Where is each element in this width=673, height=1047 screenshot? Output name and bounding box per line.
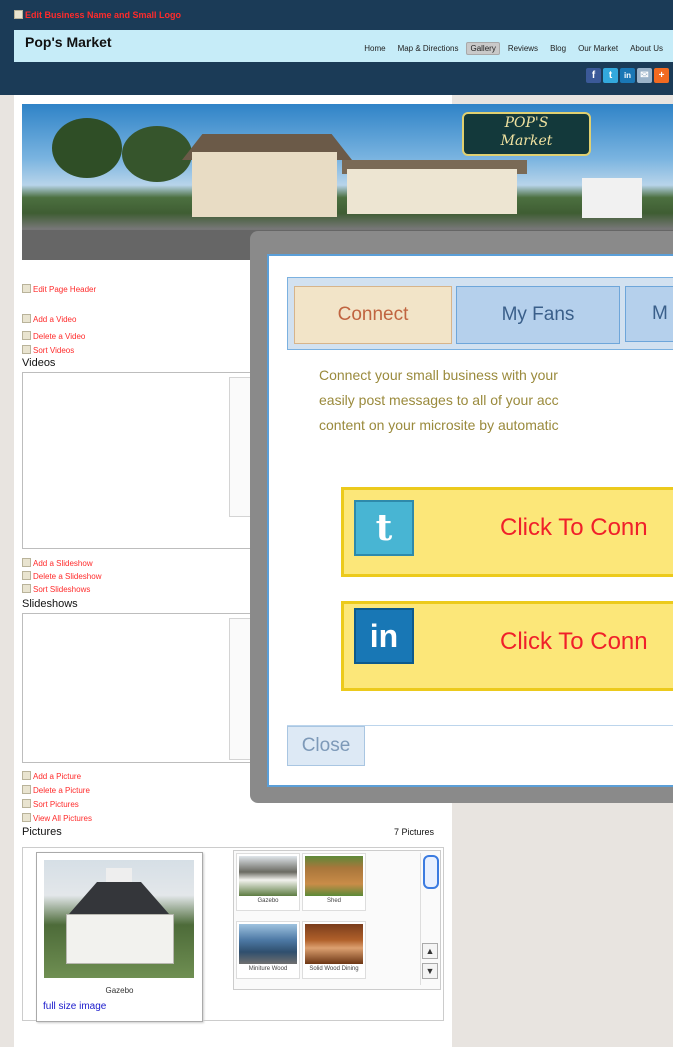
modal-footer: Close [287, 725, 673, 766]
pencil-icon [14, 10, 23, 19]
view-all-pictures-link[interactable]: View All Pictures [22, 813, 92, 823]
picture-gallery: Gazebo full size image Gazebo Shed Minit… [22, 847, 444, 1022]
nav-our-market[interactable]: Our Market [574, 42, 622, 55]
pictures-count: 7 Pictures [394, 827, 435, 837]
edit-business-name-link[interactable]: Edit Business Name and Small Logo [14, 10, 181, 20]
nav-reviews[interactable]: Reviews [504, 42, 542, 55]
pencil-icon [22, 345, 31, 354]
videos-label: Videos [22, 357, 56, 369]
nav-blog[interactable]: Blog [546, 42, 570, 55]
pencil-icon [22, 771, 31, 780]
slideshows-label: Slideshows [22, 598, 78, 610]
nav-home[interactable]: Home [360, 42, 389, 55]
thumbnail-solid-wood-dining[interactable]: Solid Wood Dining [302, 921, 366, 979]
sort-slideshows-link[interactable]: Sort Slideshows [22, 584, 90, 594]
site-name-bar: Pop's Market Home Map & Directions Galle… [14, 30, 673, 62]
scroll-down-icon[interactable]: ▼ [422, 963, 438, 979]
add-slideshow-link[interactable]: Add a Slideshow [22, 558, 93, 568]
pencil-icon [22, 571, 31, 580]
add-picture-link[interactable]: Add a Picture [22, 771, 81, 781]
modal-content: Connect My Fans M Connect your small bus… [267, 254, 673, 787]
connect-linkedin-button[interactable]: in Click To Conn [341, 601, 673, 691]
connect-twitter-label[interactable]: Click To Conn [500, 514, 648, 542]
facebook-icon[interactable]: f [586, 68, 601, 83]
sort-videos-link[interactable]: Sort Videos [22, 345, 74, 355]
tab-connect[interactable]: Connect [294, 286, 452, 344]
thumbnail-strip: Gazebo Shed Miniture Wood Solid Wood Din… [233, 850, 441, 990]
delete-video-link[interactable]: Delete a Video [22, 331, 85, 341]
site-header: Edit Business Name and Small Logo Pop's … [0, 0, 673, 95]
tab-my-fans[interactable]: My Fans [456, 286, 620, 344]
thumbnail-shed[interactable]: Shed [302, 853, 366, 911]
twitter-icon[interactable]: t [603, 68, 618, 83]
thumbnail-scrollbar[interactable]: ▲ ▼ [420, 853, 439, 985]
add-video-link[interactable]: Add a Video [22, 314, 76, 324]
email-icon[interactable]: ✉ [637, 68, 652, 83]
social-share-bar: f t in ✉ + [586, 68, 669, 83]
connect-description: Connect your small business with your ea… [319, 367, 559, 433]
connect-twitter-button[interactable]: t Click To Conn [341, 487, 673, 577]
sort-pictures-link[interactable]: Sort Pictures [22, 799, 79, 809]
pencil-icon [22, 314, 31, 323]
close-button[interactable]: Close [287, 726, 365, 766]
pencil-icon [22, 284, 31, 293]
pencil-icon [22, 584, 31, 593]
featured-picture: Gazebo full size image [36, 852, 203, 1022]
twitter-icon: t [354, 500, 414, 556]
more-share-icon[interactable]: + [654, 68, 669, 83]
nav-map-directions[interactable]: Map & Directions [394, 42, 463, 55]
tab-more[interactable]: M [625, 286, 673, 342]
edit-page-header-link[interactable]: Edit Page Header [22, 284, 96, 294]
modal-tabs: Connect My Fans M [287, 277, 673, 350]
thumbnail-miniture-wood[interactable]: Miniture Wood [236, 921, 300, 979]
featured-caption: Gazebo [105, 986, 134, 995]
linkedin-icon: in [354, 608, 414, 664]
pops-market-sign: POP'S Market [462, 112, 591, 156]
pencil-icon [22, 331, 31, 340]
linkedin-icon[interactable]: in [620, 68, 635, 83]
main-nav: Home Map & Directions Gallery Reviews Bl… [360, 42, 667, 55]
full-size-image-link[interactable]: full size image [43, 1001, 106, 1012]
nav-about-us[interactable]: About Us [626, 42, 667, 55]
scroll-up-icon[interactable]: ▲ [422, 943, 438, 959]
pencil-icon [22, 799, 31, 808]
delete-picture-link[interactable]: Delete a Picture [22, 785, 90, 795]
gazebo-image[interactable] [44, 860, 194, 978]
nav-gallery[interactable]: Gallery [466, 42, 500, 55]
social-connect-modal: Connect My Fans M Connect your small bus… [250, 231, 673, 803]
site-name[interactable]: Pop's Market [25, 34, 112, 50]
delete-slideshow-link[interactable]: Delete a Slideshow [22, 571, 101, 581]
scrollbar-thumb[interactable] [423, 855, 439, 889]
pencil-icon [22, 785, 31, 794]
thumbnail-gazebo[interactable]: Gazebo [236, 853, 300, 911]
pictures-label: Pictures [22, 826, 62, 838]
connect-linkedin-label[interactable]: Click To Conn [500, 628, 648, 656]
pencil-icon [22, 558, 31, 567]
pencil-icon [22, 813, 31, 822]
